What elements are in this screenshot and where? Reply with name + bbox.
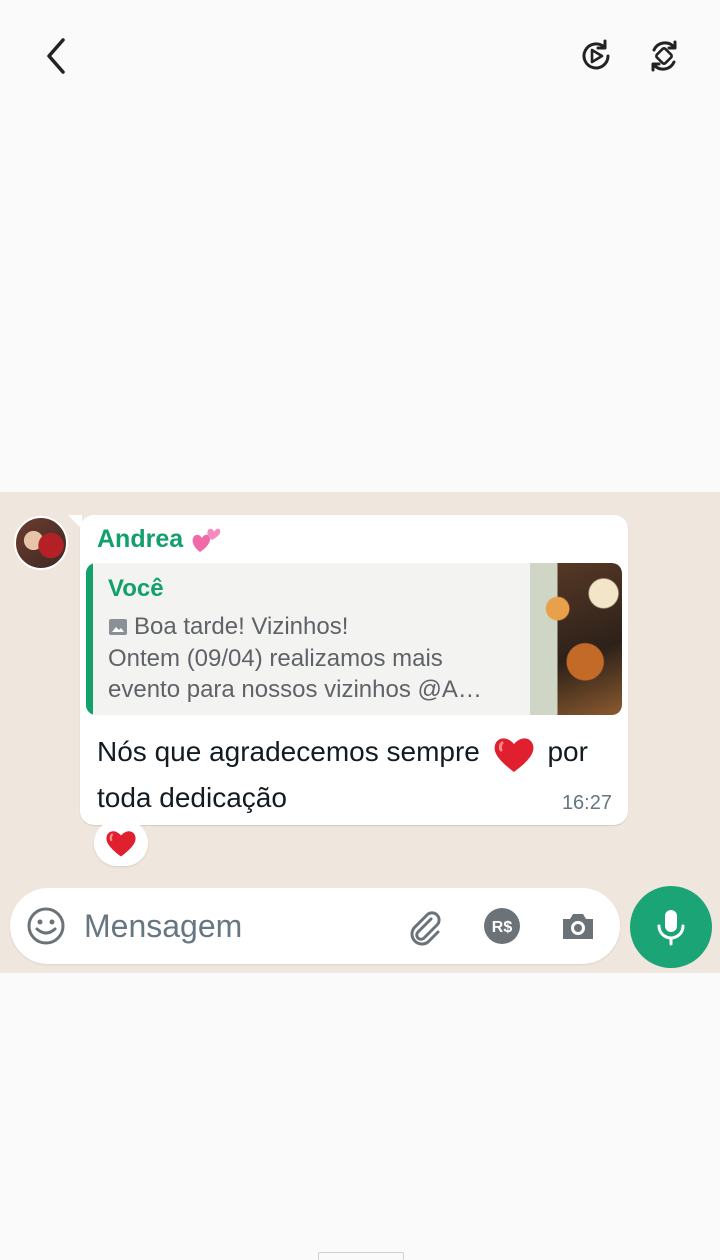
quote-author: Você [108,575,164,602]
svg-text:R$: R$ [492,919,513,936]
reaction-badge[interactable] [94,820,148,866]
quoted-message[interactable]: Você Boa tarde! Vizinhos! Ontem (09/04) … [86,563,622,715]
message-text-part1: Nós que agradecemos sempre [97,736,480,767]
message-time: 16:27 [561,792,612,814]
smiley-icon [27,907,65,945]
payment-button[interactable]: R$ [480,904,524,948]
camera-icon [563,914,593,939]
red-heart-emoji [106,831,136,857]
rotate-icon [651,40,677,72]
sender-name-label: Andrea [97,525,184,553]
payment-icon: R$ [484,908,520,944]
chevron-left-icon [47,38,65,74]
back-button[interactable] [30,30,82,82]
bubble-tail [68,515,82,529]
camera-button[interactable] [556,904,600,948]
message-bubble[interactable]: Andrea Você Boa tarde! Vizinhos! Ontem (… [68,515,628,825]
replay-button[interactable] [570,30,622,82]
image-icon [109,619,127,635]
microphone-icon [657,910,685,946]
quote-line-1-text: Boa tarde! Vizinhos! [134,613,349,640]
paperclip-icon [410,911,441,946]
quote-accent-bar [86,563,93,715]
two-hearts-emoji [192,528,221,552]
message-composer: R$ [10,888,620,964]
replay-play-icon [582,39,610,70]
message-input[interactable] [84,906,384,946]
message-text: Nós que agradecemos sempre por toda dedi… [97,729,617,821]
avatar[interactable] [14,516,68,570]
quote-line-1: Boa tarde! Vizinhos! [108,613,348,641]
chat-area: Andrea Você Boa tarde! Vizinhos! Ontem (… [0,492,720,973]
quote-line-3: evento para nossos vizinhos @A… [108,676,482,703]
attach-button[interactable] [402,904,446,948]
quote-line-2: Ontem (09/04) realizamos mais [108,645,443,672]
red-heart-emoji [494,738,534,772]
top-bar [0,0,720,112]
sender-name[interactable]: Andrea [97,525,221,554]
rotate-button[interactable] [638,30,690,82]
emoji-button[interactable] [24,904,68,948]
quote-thumbnail[interactable] [530,563,622,715]
voice-message-button[interactable] [630,886,712,968]
